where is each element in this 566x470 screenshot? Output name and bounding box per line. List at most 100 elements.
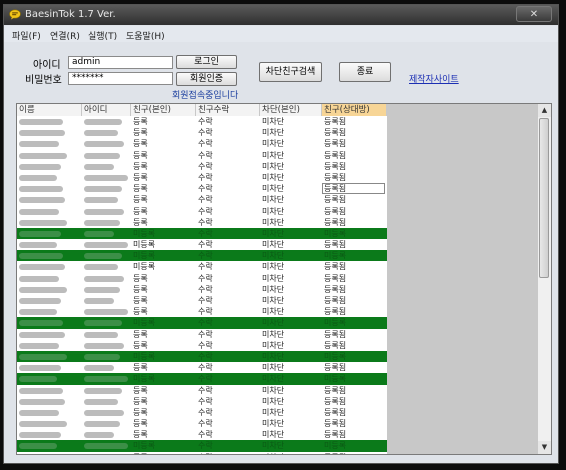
vertical-scrollbar[interactable]: ▲ ▼	[537, 104, 551, 454]
blurred-id	[84, 286, 120, 293]
table-row[interactable]: 미등록 수락 미차단 미등록	[17, 250, 387, 262]
table-row[interactable]: 미등록 수락 미차단 미등록	[17, 350, 387, 363]
table-cell: 등록	[133, 172, 148, 182]
table-row[interactable]: 등록수락미차단등록됨	[17, 138, 387, 150]
blurred-id	[84, 197, 118, 204]
title-bar[interactable]: BaesinTok 1.7 Ver. ✕	[4, 5, 558, 25]
table-row[interactable]: 등록수락미차단등록됨	[17, 283, 387, 295]
table-cell: 등록됨	[324, 396, 347, 406]
table-cell: 등록	[133, 407, 148, 417]
table-row[interactable]: 등록수락미차단등록됨	[17, 395, 387, 407]
blurred-name	[19, 353, 67, 360]
menu-file[interactable]: 파일(F)	[12, 29, 41, 42]
blurred-id	[84, 163, 114, 170]
column-header-id[interactable]: 아이디	[82, 104, 131, 116]
table-row[interactable]: 등록수락미차단등록됨	[17, 451, 387, 454]
table-row[interactable]: 미등록 수락 미차단 등록됨	[17, 239, 387, 251]
blurred-name	[19, 342, 59, 349]
blurred-name	[19, 298, 61, 304]
maker-site-link[interactable]: 제작자사이트	[409, 72, 459, 85]
blurred-name	[19, 163, 61, 170]
table-cell: 등록	[133, 217, 148, 227]
table-row[interactable]: 미등록 수락 미차단 미등록	[17, 373, 387, 385]
blurred-id	[84, 174, 128, 181]
id-input[interactable]: admin	[68, 56, 173, 69]
table-cell: 등록됨	[324, 262, 347, 272]
table-cell: 미등록	[324, 251, 347, 261]
table-row[interactable]: 등록수락미차단등록됨	[17, 429, 387, 441]
table-row[interactable]: 등록수락미차단등록됨	[17, 160, 387, 172]
table-cell: 미차단	[262, 117, 285, 126]
table-row[interactable]: 등록수락미차단등록됨	[17, 183, 387, 195]
table-row[interactable]: 등록수락미차단등록됨	[17, 362, 387, 374]
scroll-thumb[interactable]	[539, 118, 549, 278]
password-input[interactable]: *******	[68, 72, 173, 85]
menu-help[interactable]: 도움말(H)	[126, 29, 165, 42]
column-header-block-self[interactable]: 차단(본인)	[260, 104, 322, 116]
search-blocked-friends-button[interactable]: 차단친구검색	[259, 62, 322, 82]
login-button[interactable]: 로그인	[176, 55, 237, 69]
table-row[interactable]: 등록수락미차단등록됨	[17, 127, 387, 139]
verify-member-button[interactable]: 회원인증	[176, 72, 237, 86]
blurred-id	[84, 409, 124, 416]
table-row[interactable]: 등록수락미차단등록됨	[17, 272, 387, 284]
menu-run[interactable]: 실행(T)	[88, 29, 117, 42]
table-row[interactable]: 등록수락미차단등록됨	[17, 328, 387, 340]
table-cell: 등록됨	[324, 430, 347, 440]
column-header-friend-other[interactable]: 친구(상대방)	[322, 104, 387, 116]
blurred-name	[19, 376, 57, 383]
table-cell: 수락	[198, 150, 213, 160]
table-cell: 미차단	[262, 195, 285, 205]
table-row[interactable]: 등록수락미차단등록됨	[17, 295, 387, 307]
table-row[interactable]: 미등록 수락 미차단 미등록	[17, 317, 387, 329]
table-cell: 미차단	[262, 329, 285, 339]
table-cell: 수락	[198, 441, 213, 451]
table-cell: 등록	[133, 396, 148, 406]
column-header-name[interactable]: 이름	[17, 104, 82, 116]
table-cell: 등록	[133, 161, 148, 171]
table-row[interactable]: 미등록 수락 미차단 등록됨	[17, 261, 387, 273]
table-cell: 미차단	[262, 262, 285, 272]
table-row[interactable]: 등록수락미차단등록됨	[17, 171, 387, 184]
close-button[interactable]: ✕	[516, 6, 552, 22]
table-row[interactable]: 미등록 수락 미차단 미등록	[17, 440, 387, 452]
exit-button[interactable]: 종료	[339, 62, 391, 82]
table-row[interactable]: 등록수락미차단등록됨	[17, 306, 387, 318]
table-row[interactable]: 등록수락미차단등록됨	[17, 339, 387, 351]
table-row[interactable]: 등록수락미차단등록됨	[17, 216, 387, 228]
table-cell: 미차단	[262, 307, 285, 317]
table-cell: 수락	[196, 452, 260, 454]
table-row[interactable]: 등록수락미차단등록됨	[17, 418, 387, 430]
scroll-up-arrow-icon[interactable]: ▲	[538, 104, 551, 117]
table-row[interactable]: 등록수락미차단등록됨	[17, 116, 387, 128]
blurred-id	[84, 208, 124, 215]
blurred-id	[84, 376, 128, 383]
table-row[interactable]: 등록수락미차단등록됨	[17, 194, 387, 206]
table-cell: 등록	[133, 307, 148, 317]
column-header-friend-accept[interactable]: 친구수락	[196, 104, 260, 116]
table-cell: 미차단	[262, 430, 285, 440]
table-cell: 등록됨	[324, 139, 347, 149]
table-cell: 미차단	[262, 419, 285, 429]
table-row[interactable]: 등록수락미차단등록됨	[17, 205, 387, 217]
blurred-id	[84, 353, 120, 360]
table-cell: 수락	[198, 172, 213, 182]
table-cell: 수락	[198, 217, 213, 227]
table-cell: 등록됨	[324, 195, 347, 205]
friend-list: 이름 아이디 친구(본인) 친구수락 차단(본인) 친구(상대방) 등록 수락 미차…	[16, 103, 552, 455]
column-header-friend-self[interactable]: 친구(본인)	[131, 104, 196, 116]
table-cell: 미차단	[262, 228, 285, 238]
table-cell: 수락	[198, 329, 213, 339]
table-row[interactable]: 등록수락미차단등록됨	[17, 384, 387, 396]
table-row[interactable]: 등록수락미차단등록됨	[17, 406, 387, 419]
table-row[interactable]: 등록수락미차단등록됨	[17, 149, 387, 161]
table-cell: 수락	[198, 128, 213, 138]
blurred-id	[84, 253, 122, 260]
menu-connect[interactable]: 연결(R)	[50, 29, 80, 42]
table-cell: 미차단	[262, 351, 285, 361]
scroll-down-arrow-icon[interactable]: ▼	[538, 441, 551, 454]
table-cell: 미차단	[262, 374, 285, 384]
focused-cell-outline	[322, 183, 385, 195]
table-row[interactable]: 미등록 수락 미차단 미등록	[17, 227, 387, 240]
table-cell: 등록	[133, 430, 148, 440]
